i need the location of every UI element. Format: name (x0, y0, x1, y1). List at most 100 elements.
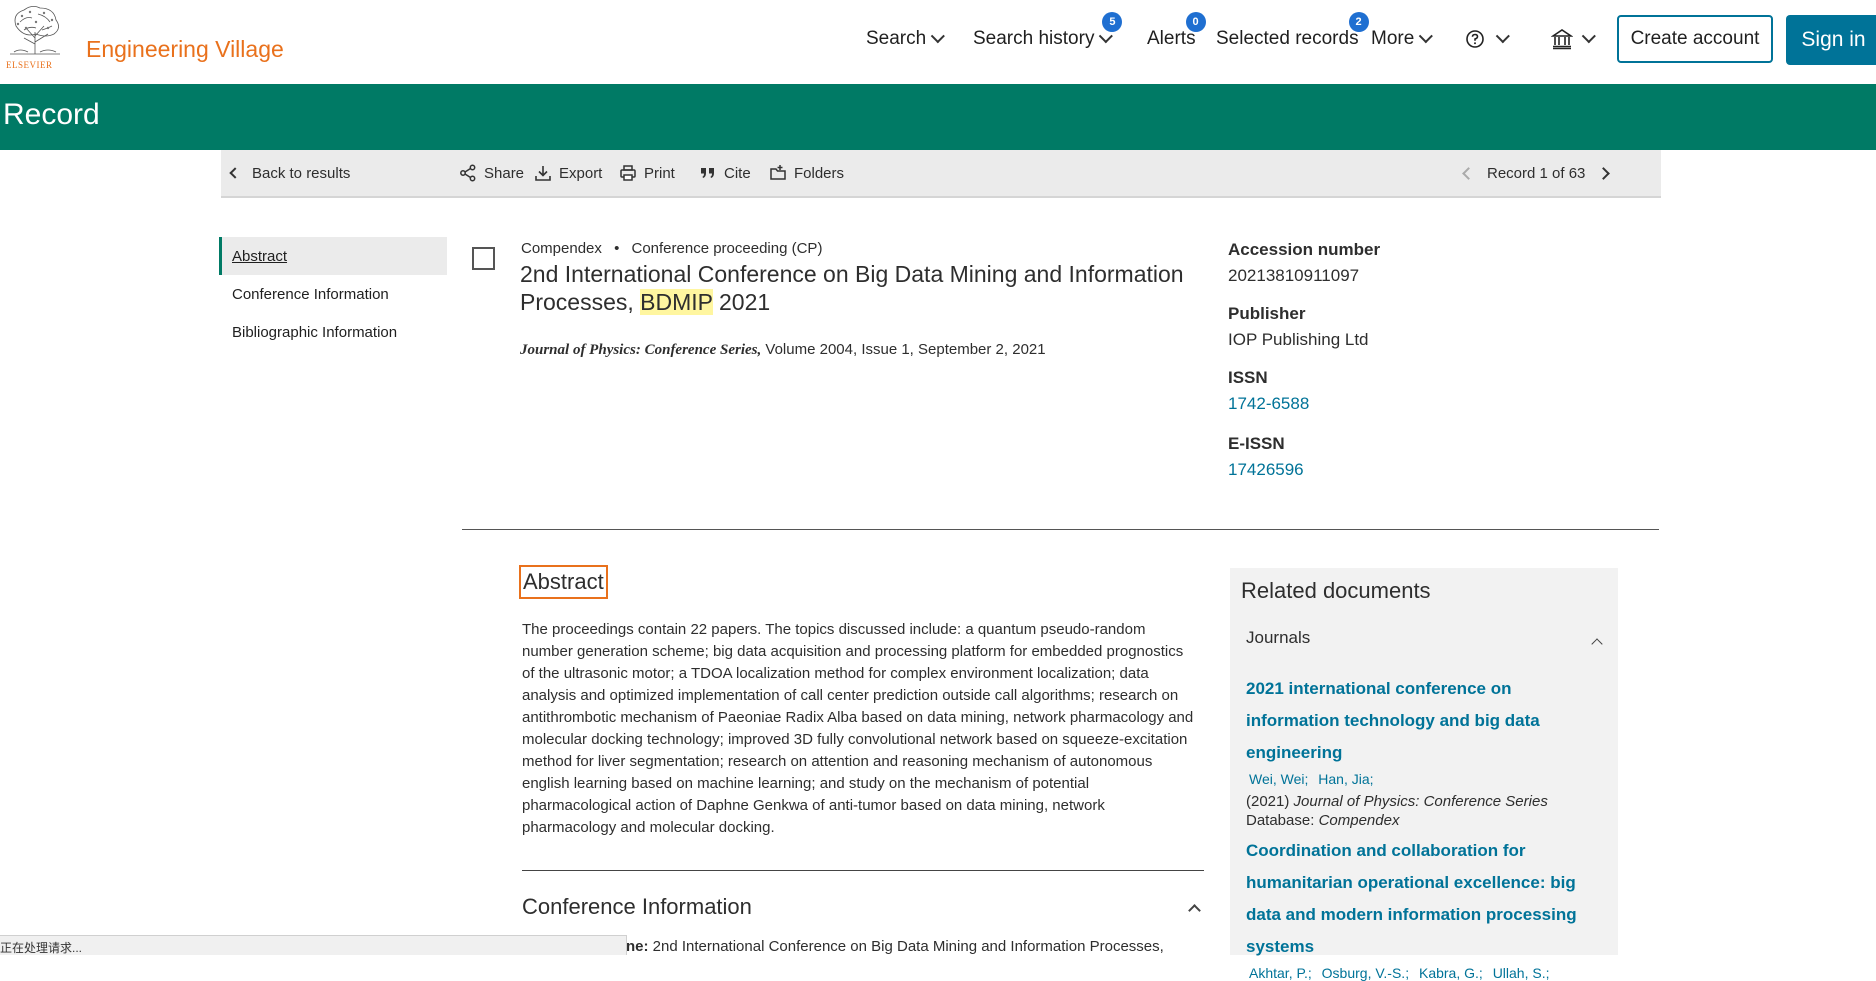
selected-records-count-badge: 2 (1348, 12, 1369, 32)
alerts-count-badge: 0 (1185, 12, 1206, 32)
abstract-heading: Abstract (519, 565, 608, 599)
author-link[interactable]: Akhtar, P.; (1249, 965, 1312, 981)
nav-search[interactable]: Search (866, 24, 946, 54)
nav-alerts-label: Alerts (1147, 28, 1196, 49)
record-title-year: 2021 (712, 289, 771, 315)
nav-selected-records[interactable]: Selected records 2 (1216, 12, 1369, 54)
conference-name-row: ne: 2nd International Conference on Big … (626, 938, 1164, 955)
search-history-count-badge: 5 (1102, 12, 1123, 32)
section-nav: Abstract Conference Information Bibliogr… (219, 237, 447, 351)
related-documents-panel: Related documents Journals 2021 internat… (1230, 568, 1618, 981)
folder-add-icon (770, 165, 786, 180)
record-title: 2nd International Conference on Big Data… (520, 260, 1200, 316)
issn-label: ISSN (1228, 368, 1268, 387)
print-icon (620, 165, 636, 181)
cite-button[interactable]: Cite (699, 150, 751, 196)
brand-link[interactable]: Engineering Village (86, 36, 284, 63)
create-account-button[interactable]: Create account (1617, 15, 1773, 63)
nav-alerts[interactable]: Alerts 0 (1147, 12, 1206, 54)
select-record-checkbox[interactable] (472, 247, 495, 270)
chevron-down-icon (930, 29, 946, 44)
chevron-up-icon[interactable] (1188, 904, 1201, 917)
related-document-year: (2021) (1246, 793, 1290, 810)
nav-search-label: Search (866, 28, 927, 49)
nav-search-history[interactable]: Search history 5 (973, 12, 1123, 54)
conference-information-heading[interactable]: Conference Information (522, 894, 752, 920)
issn-link[interactable]: 1742-6588 (1228, 390, 1528, 420)
section-nav-bibliographic-information[interactable]: Bibliographic Information (219, 313, 447, 351)
eissn-label: E-ISSN (1228, 434, 1285, 453)
nav-search-history-label: Search history (973, 28, 1095, 49)
author-link[interactable]: Ullah, S.; (1493, 965, 1550, 981)
related-document-authors: Akhtar, P.; Osburg, V.-S.; Kabra, G.; Ul… (1246, 965, 1606, 981)
record-pager: Record 1 of 63 (1462, 150, 1611, 196)
related-documents-title: Related documents (1241, 578, 1431, 603)
related-document-source: (2021) Journal of Physics: Conference Se… (1246, 793, 1606, 810)
journal-name: Journal of Physics: Conference Series, (520, 342, 762, 358)
browser-status-bar: 正在处理请求... (0, 935, 627, 955)
export-button[interactable]: Export (534, 150, 602, 196)
elsevier-logo[interactable]: ELSEVIER (6, 4, 70, 70)
related-document-journal: Journal of Physics: Conference Series (1293, 793, 1548, 810)
print-label: Print (644, 164, 675, 182)
record-toolbar: Back to results Share Export Print Cite (221, 150, 1661, 198)
chevron-down-icon (1495, 29, 1510, 44)
nav-help[interactable] (1465, 24, 1510, 54)
record-title-highlight: BDMIP (640, 289, 713, 315)
related-document-title-link[interactable]: Coordination and collaboration for human… (1246, 835, 1606, 963)
next-record-icon[interactable] (1597, 166, 1611, 180)
database-label: Database: (1246, 812, 1315, 829)
conference-name-value: 2nd International Conference on Big Data… (648, 938, 1164, 955)
nav-more-label: More (1371, 28, 1415, 49)
tree-logo-icon (6, 4, 64, 56)
folders-button[interactable]: Folders (769, 150, 844, 196)
section-nav-abstract[interactable]: Abstract (219, 237, 447, 275)
record-position: Record 1 of 63 (1487, 164, 1586, 182)
sign-in-button[interactable]: Sign in (1786, 15, 1876, 65)
author-link[interactable]: Han, Jia; (1318, 771, 1373, 787)
help-icon (1466, 30, 1484, 48)
eissn-link[interactable]: 17426596 (1228, 456, 1528, 486)
print-button[interactable]: Print (619, 150, 675, 196)
share-button[interactable]: Share (459, 150, 524, 196)
elsevier-wordmark: ELSEVIER (6, 60, 53, 70)
conference-name-label: ne: (626, 938, 649, 955)
related-document: 2021 international conference on informa… (1246, 673, 1606, 829)
divider (522, 870, 1204, 871)
nav-selected-records-label: Selected records (1216, 28, 1359, 49)
related-document: Coordination and collaboration for human… (1246, 835, 1606, 981)
related-document-title-link[interactable]: 2021 international conference on informa… (1246, 673, 1606, 769)
bullet-separator: • (614, 240, 620, 257)
top-header: ELSEVIER Engineering Village Search Sear… (0, 0, 1876, 84)
chevron-up-icon[interactable] (1591, 638, 1603, 650)
section-nav-conference-information[interactable]: Conference Information (219, 275, 447, 313)
download-icon (535, 166, 551, 181)
journals-section-toggle[interactable]: Journals (1246, 628, 1310, 648)
author-link[interactable]: Osburg, V.-S.; (1322, 965, 1409, 981)
folders-label: Folders (794, 164, 845, 182)
related-document-database: Database: Compendex (1246, 812, 1606, 829)
accession-number-value: 20213810911097 (1228, 266, 1360, 285)
back-to-results-link[interactable]: Back to results (229, 150, 351, 196)
chevron-down-icon (1419, 29, 1434, 44)
author-link[interactable]: Kabra, G.; (1419, 965, 1483, 981)
publisher-label: Publisher (1228, 304, 1306, 323)
previous-record-icon[interactable] (1462, 166, 1475, 180)
back-to-results-label: Back to results (252, 164, 351, 182)
page-title-bar: Record (0, 84, 1876, 150)
abstract-text: The proceedings contain 22 papers. The t… (522, 621, 1194, 836)
database-label: Compendex (521, 240, 602, 257)
page-title: Record (3, 98, 100, 131)
nav-more[interactable]: More (1371, 24, 1434, 54)
journal-details: Volume 2004, Issue 1, September 2, 2021 (761, 341, 1046, 358)
journal-source: Journal of Physics: Conference Series, V… (520, 341, 1046, 359)
accession-number-label: Accession number (1228, 240, 1381, 259)
quote-icon (701, 168, 714, 178)
related-document-authors: Wei, Wei; Han, Jia; (1246, 771, 1606, 787)
nav-institution[interactable] (1551, 24, 1596, 54)
document-type: Conference proceeding (CP) (631, 240, 823, 257)
record-title-text: 2nd International Conference on Big Data… (520, 261, 1184, 315)
divider (462, 529, 1659, 530)
author-link[interactable]: Wei, Wei; (1249, 771, 1308, 787)
share-label: Share (484, 164, 525, 182)
